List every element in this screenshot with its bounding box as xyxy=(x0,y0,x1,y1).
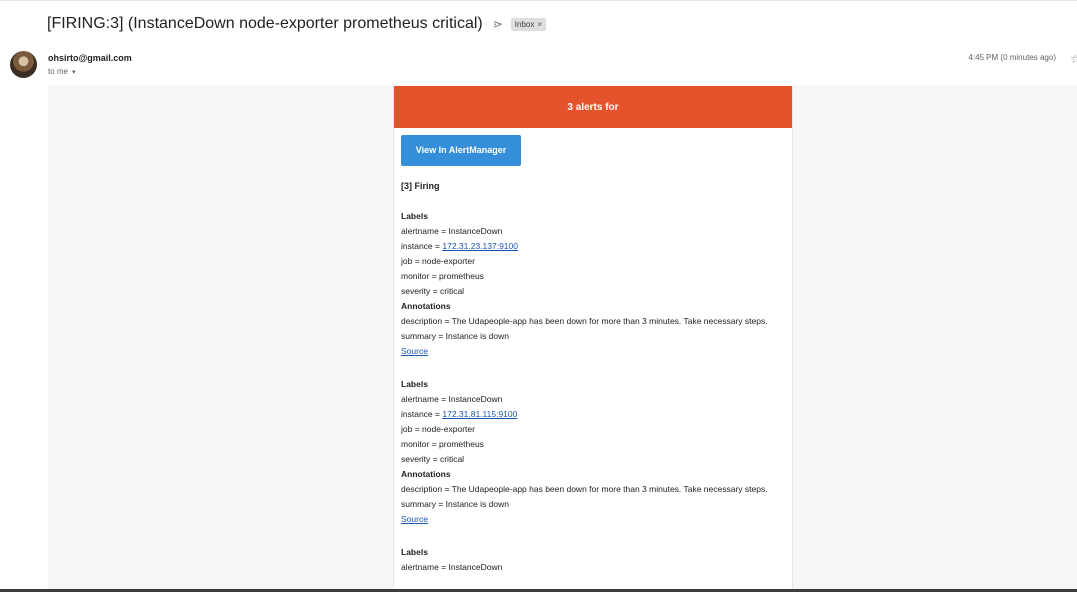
subject-line: [FIRING:3] (InstanceDown node-exporter p… xyxy=(47,13,547,35)
source-link[interactable]: Source xyxy=(401,514,428,524)
message-time: 4:45 PM (0 minutes ago) xyxy=(968,53,1056,62)
instance-link[interactable]: 172.31.81.115:9100 xyxy=(442,409,517,419)
view-in-alertmanager-button[interactable]: View In AlertManager xyxy=(401,135,521,166)
label-job: job = node-exporter xyxy=(401,424,475,434)
subject-title: [FIRING:3] (InstanceDown node-exporter p… xyxy=(47,15,483,32)
instance-link[interactable]: 172.31.23.137:9100 xyxy=(442,241,518,251)
label-severity: severity = critical xyxy=(401,286,465,296)
label-instance: instance = 172.31.23.137:9100 xyxy=(401,241,518,251)
label-alertname: alertname = InstanceDown xyxy=(401,394,503,404)
inbox-label-text: Inbox xyxy=(514,19,535,29)
label-alertname: alertname = InstanceDown xyxy=(401,226,503,236)
alert-item-3: Labels alertname = InstanceDown xyxy=(401,545,785,575)
star-icon[interactable]: ☆ xyxy=(1070,52,1077,66)
inbox-label-chip[interactable]: Inbox × xyxy=(510,17,547,31)
annotation-summary: summary = Instance is down xyxy=(401,331,509,341)
alert-email-card: 3 alerts for View In AlertManager [3] Fi… xyxy=(393,86,793,592)
sender-avatar[interactable] xyxy=(10,51,37,78)
annotations-heading: Annotations xyxy=(401,301,451,311)
label-monitor: monitor = prometheus xyxy=(401,271,484,281)
alert-content: View In AlertManager [3] Firing Labels a… xyxy=(394,128,792,575)
annotations-heading: Annotations xyxy=(401,469,451,479)
alert-banner: 3 alerts for xyxy=(394,86,792,128)
chevron-down-icon[interactable]: ▾ xyxy=(72,68,76,76)
labels-heading: Labels xyxy=(401,211,428,221)
label-monitor: monitor = prometheus xyxy=(401,439,484,449)
annotation-description: description = The Udapeople-app has been… xyxy=(401,316,768,326)
recipient-line[interactable]: to me ▾ xyxy=(48,67,76,76)
alert-item-1: Labels alertname = InstanceDown instance… xyxy=(401,209,785,359)
annotation-summary: summary = Instance is down xyxy=(401,499,509,509)
labels-heading: Labels xyxy=(401,547,428,557)
label-severity: severity = critical xyxy=(401,454,465,464)
label-alertname: alertname = InstanceDown xyxy=(401,562,503,572)
label-instance: instance = 172.31.81.115:9100 xyxy=(401,409,518,419)
labels-heading: Labels xyxy=(401,379,428,389)
remove-label-icon[interactable]: × xyxy=(537,20,542,29)
sender-email[interactable]: ohsirto@gmail.com xyxy=(48,53,132,63)
alert-item-2: Labels alertname = InstanceDown instance… xyxy=(401,377,785,527)
label-job: job = node-exporter xyxy=(401,256,475,266)
annotation-description: description = The Udapeople-app has been… xyxy=(401,484,768,494)
firing-count: [3] Firing xyxy=(401,181,440,191)
source-link[interactable]: Source xyxy=(401,346,428,356)
top-divider xyxy=(0,0,1077,1)
label-arrow-icon[interactable]: ⋗ xyxy=(493,17,503,31)
recipient-text: to me xyxy=(48,67,69,76)
